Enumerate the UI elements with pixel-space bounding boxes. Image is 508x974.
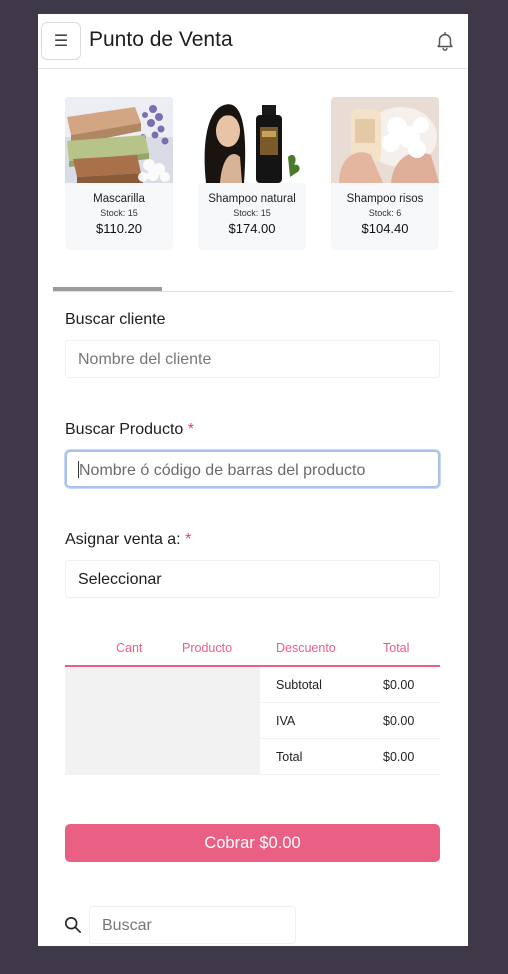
product-image-shampoo-risos [331,97,439,183]
menu-button[interactable]: ☰ [41,22,81,60]
summary-row-subtotal: Subtotal $0.00 [65,667,440,703]
summary-row-iva: IVA $0.00 [65,703,440,739]
bottom-search-placeholder: Buscar [102,917,152,934]
summary-label: Subtotal [276,678,322,692]
assign-sale-label: Asignar venta a: * [65,531,191,549]
bell-icon[interactable] [434,29,456,53]
product-image-shampoo-natural [198,97,306,183]
product-price: $174.00 [228,221,276,236]
column-header-producto: Producto [182,641,233,655]
product-card[interactable]: Shampoo risos Stock: 6 $104.40 [331,97,439,250]
charge-button[interactable]: Cobrar $0.00 [65,824,440,862]
required-mark: * [187,421,194,438]
product-card[interactable]: Mascarilla Stock: 15 $110.20 [65,97,173,250]
product-name: Mascarilla [93,193,145,205]
product-card[interactable]: Shampoo natural Stock: 15 $174.00 [198,97,306,250]
column-header-descuento: Descuento [276,641,336,655]
summary-value: $0.00 [383,750,415,764]
bottom-search-input[interactable]: Buscar [89,906,296,944]
summary-label: Total [276,750,303,764]
app-header: ☰ Punto de Venta [38,14,468,69]
summary-row-total: Total $0.00 [65,739,440,775]
search-icon [64,916,82,934]
product-name: Shampoo natural [208,193,296,205]
app-window: ☰ Punto de Venta Mascarilla Stock: 15 $1… [38,14,468,946]
summary-value: $0.00 [383,714,415,728]
section-divider [53,291,453,292]
assign-sale-select[interactable]: Seleccionar [65,560,440,598]
carousel-scroll-indicator[interactable] [53,287,162,291]
empty-cell [65,739,260,775]
product-search-label: Buscar Producto * [65,421,194,439]
empty-cell [65,703,260,739]
summary-label: IVA [276,714,296,728]
client-search-input[interactable]: Nombre del cliente [65,340,440,378]
column-header-cant: Cant [116,641,143,655]
product-carousel: Mascarilla Stock: 15 $110.20 Shampoo nat… [65,97,445,252]
menu-icon: ☰ [53,33,69,50]
assign-sale-label-text: Asignar venta a: [65,531,181,548]
product-search-placeholder: Nombre ó código de barras del producto [79,462,366,479]
empty-cell [65,667,260,703]
product-search-label-text: Buscar Producto [65,421,184,438]
product-search-input[interactable]: Nombre ó código de barras del producto [65,450,440,488]
product-price: $104.40 [361,221,409,236]
client-search-label-text: Buscar cliente [65,311,166,328]
client-search-placeholder: Nombre del cliente [78,351,212,368]
product-price: $110.20 [95,221,143,236]
column-header-total: Total [383,641,410,655]
product-stock: Stock: 15 [233,208,271,218]
page-title: Punto de Venta [89,28,233,51]
table-header: Cant Producto Descuento Total [65,632,440,667]
product-stock: Stock: 6 [368,208,402,218]
product-name: Shampoo risos [346,193,424,205]
sale-table: Cant Producto Descuento Total Subtotal $… [65,632,440,775]
assign-sale-value: Seleccionar [78,571,162,588]
product-image-mascarilla [65,97,173,183]
summary-value: $0.00 [383,678,415,692]
product-stock: Stock: 15 [100,208,138,218]
client-search-label: Buscar cliente [65,311,166,329]
required-mark: * [185,531,192,548]
